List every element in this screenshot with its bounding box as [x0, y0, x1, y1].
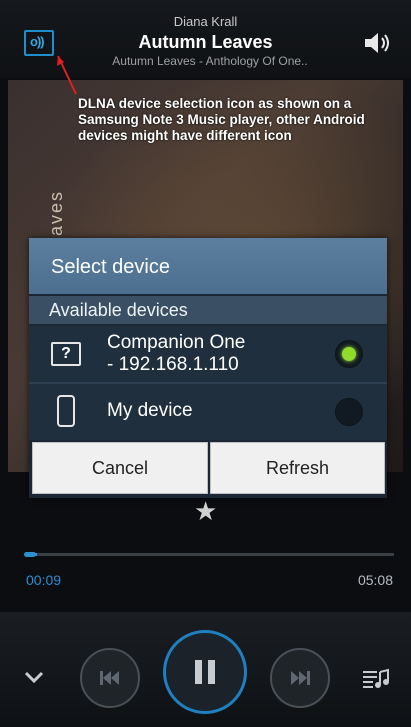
- current-time: 00:09: [26, 572, 62, 588]
- device-name: Companion One - 192.168.1.110: [107, 332, 246, 375]
- refresh-button-label: Refresh: [265, 458, 330, 478]
- seek-bar[interactable]: [26, 553, 394, 556]
- unknown-device-icon: ?: [51, 342, 81, 366]
- device-radio[interactable]: [335, 398, 363, 426]
- favorite-star-icon[interactable]: ★: [194, 496, 217, 527]
- next-icon: [291, 671, 310, 685]
- select-device-dialog: Select device Available devices ? Compan…: [29, 238, 387, 498]
- playback-controls: [0, 612, 411, 727]
- previous-button[interactable]: [80, 648, 140, 708]
- annotation-text: DLNA device selection icon as shown on a…: [78, 96, 365, 143]
- dialog-title-bar: Select device: [29, 238, 387, 294]
- dialog-title: Select device: [51, 256, 170, 278]
- refresh-button[interactable]: Refresh: [210, 442, 385, 494]
- seek-handle[interactable]: [24, 552, 36, 557]
- available-devices-header: Available devices: [29, 296, 387, 324]
- previous-icon: [100, 671, 119, 685]
- artist-name: Diana Krall: [173, 14, 238, 29]
- cancel-button[interactable]: Cancel: [32, 442, 208, 494]
- available-devices-label: Available devices: [49, 300, 188, 320]
- chevron-down-icon[interactable]: [24, 670, 44, 684]
- volume-icon[interactable]: [363, 32, 393, 54]
- device-radio-selected[interactable]: [335, 340, 363, 368]
- pause-icon: [195, 660, 215, 684]
- next-button[interactable]: [270, 648, 330, 708]
- total-time: 05:08: [357, 572, 393, 588]
- phone-icon: [57, 395, 75, 427]
- device-row-companion-one[interactable]: ? Companion One - 192.168.1.110: [29, 326, 387, 384]
- album-name: Autumn Leaves - Anthology Of One..: [112, 54, 308, 68]
- playlist-icon[interactable]: [362, 668, 390, 690]
- device-name: My device: [107, 400, 193, 421]
- cancel-button-label: Cancel: [91, 458, 149, 478]
- pause-button[interactable]: [163, 630, 247, 714]
- device-row-my-device[interactable]: My device: [29, 384, 387, 440]
